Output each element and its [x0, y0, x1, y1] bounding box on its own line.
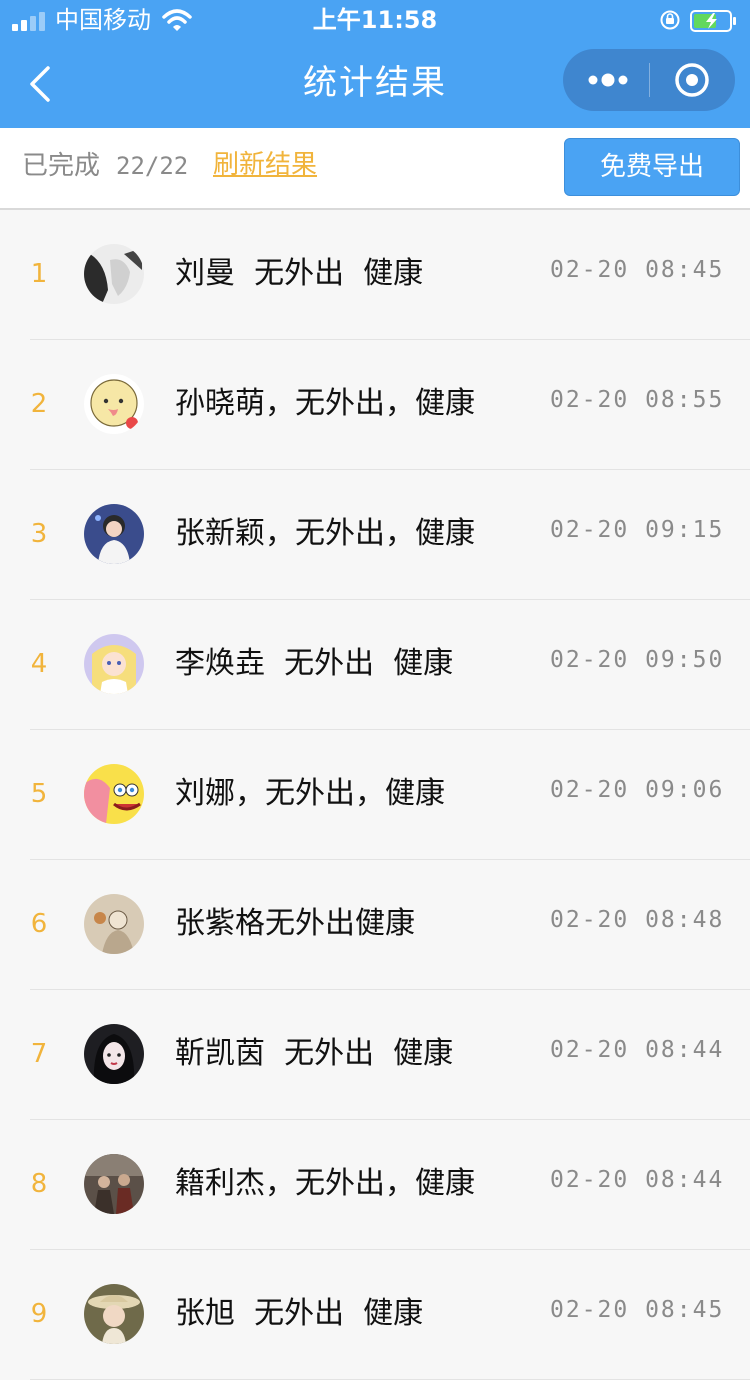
more-dots-icon: [588, 73, 628, 87]
completed-count: 22/22: [116, 152, 189, 180]
chevron-left-icon: [30, 66, 50, 102]
row-index: 4: [30, 649, 48, 679]
row-index: 6: [30, 909, 48, 939]
row-index: 7: [30, 1039, 48, 1069]
row-index: 2: [30, 389, 48, 419]
row-text: 靳凯茵 无外出 健康: [175, 1036, 454, 1071]
row-time: 02-20 08:55: [550, 387, 725, 413]
rotation-lock-icon: [660, 10, 680, 30]
avatar: [84, 504, 144, 564]
header: 中国移动 上午11:58 统计结果: [0, 0, 750, 128]
row-text: 籍利杰，无外出，健康: [175, 1166, 475, 1201]
row-time: 02-20 09:50: [550, 647, 725, 673]
avatar: [84, 1154, 144, 1214]
row-text: 刘曼 无外出 健康: [175, 256, 424, 291]
row-time: 02-20 09:15: [550, 517, 725, 543]
row-index: 9: [30, 1299, 48, 1329]
row-text: 张新颖，无外出，健康: [175, 516, 475, 551]
battery-icon: [690, 10, 736, 32]
row-text: 张旭 无外出 健康: [175, 1296, 424, 1331]
row-text: 刘娜，无外出，健康: [175, 776, 445, 811]
row-time: 02-20 08:44: [550, 1037, 725, 1063]
avatar: [84, 244, 144, 304]
row-index: 5: [30, 779, 48, 809]
row-index: 1: [30, 259, 48, 289]
mini-program-capsule: [563, 49, 735, 111]
list-item[interactable]: 5 刘娜，无外出，健康 02-20 09:06: [0, 730, 750, 860]
row-time: 02-20 09:06: [550, 777, 725, 803]
row-text: 孙晓萌，无外出，健康: [175, 386, 475, 421]
avatar: [84, 1024, 144, 1084]
avatar: [84, 634, 144, 694]
list-item[interactable]: 2 孙晓萌，无外出，健康 02-20 08:55: [0, 340, 750, 470]
status-bar: 中国移动 上午11:58: [0, 0, 750, 40]
list-item[interactable]: 7 靳凯茵 无外出 健康 02-20 08:44: [0, 990, 750, 1120]
list-item[interactable]: 8 籍利杰，无外出，健康 02-20 08:44: [0, 1120, 750, 1250]
row-text: 李焕垚 无外出 健康: [175, 646, 454, 681]
avatar: [84, 1284, 144, 1344]
avatar: [84, 894, 144, 954]
avatar: [84, 374, 144, 434]
more-button[interactable]: [563, 49, 649, 111]
toolbar: 已完成 22/22 刷新结果 免费导出: [0, 128, 750, 210]
close-mini-program-button[interactable]: [650, 49, 735, 111]
list-item[interactable]: 6 张紫格无外出健康 02-20 08:48: [0, 860, 750, 990]
list-item[interactable]: 4 李焕垚 无外出 健康 02-20 09:50: [0, 600, 750, 730]
nav-bar: 统计结果: [0, 40, 750, 128]
row-time: 02-20 08:48: [550, 907, 725, 933]
list-item[interactable]: 3 张新颖，无外出，健康 02-20 09:15: [0, 470, 750, 600]
row-time: 02-20 08:45: [550, 1297, 725, 1323]
row-time: 02-20 08:45: [550, 257, 725, 283]
row-index: 8: [30, 1169, 48, 1199]
list-item[interactable]: 1 刘曼 无外出 健康 02-20 08:45: [0, 210, 750, 340]
list-item[interactable]: 9 张旭 无外出 健康 02-20 08:45: [0, 1250, 750, 1380]
target-circle-icon: [675, 63, 709, 97]
row-index: 3: [30, 519, 48, 549]
back-button[interactable]: [20, 58, 64, 110]
row-text: 张紫格无外出健康: [175, 906, 415, 941]
completed-label: 已完成: [22, 151, 101, 181]
status-time: 上午11:58: [312, 6, 438, 34]
avatar: [84, 764, 144, 824]
results-list: 1 刘曼 无外出 健康 02-20 08:45 2 孙晓萌，无外出，健康 02-…: [0, 210, 750, 1380]
refresh-results-link[interactable]: 刷新结果: [213, 148, 317, 182]
row-time: 02-20 08:44: [550, 1167, 725, 1193]
free-export-button[interactable]: 免费导出: [564, 138, 740, 196]
